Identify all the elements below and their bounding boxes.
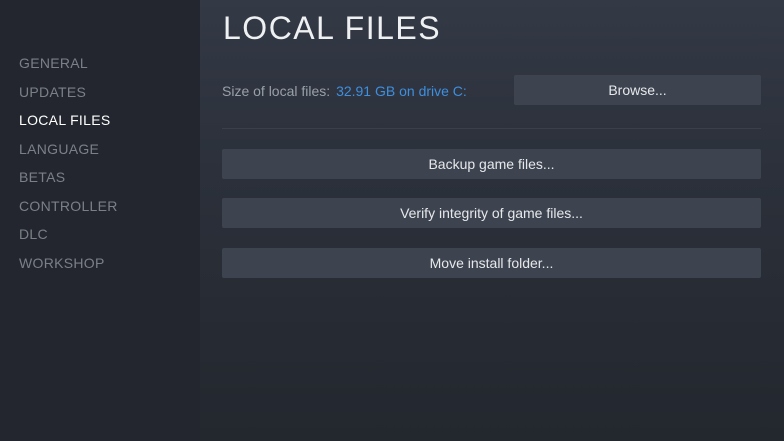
sidebar-item-betas[interactable]: BETAS xyxy=(19,169,65,185)
local-files-panel: LOCAL FILES Size of local files: 32.91 G… xyxy=(200,0,784,441)
section-divider xyxy=(222,128,761,129)
browse-button[interactable]: Browse... xyxy=(514,75,761,105)
settings-sidebar: GENERAL UPDATES LOCAL FILES LANGUAGE BET… xyxy=(0,0,200,441)
size-label: Size of local files: xyxy=(222,83,331,99)
verify-integrity-button[interactable]: Verify integrity of game files... xyxy=(222,198,761,228)
sidebar-item-workshop[interactable]: WORKSHOP xyxy=(19,255,105,271)
page-title: LOCAL FILES xyxy=(223,10,442,46)
backup-game-files-button[interactable]: Backup game files... xyxy=(222,149,761,179)
sidebar-item-general[interactable]: GENERAL xyxy=(19,55,88,71)
move-install-folder-button[interactable]: Move install folder... xyxy=(222,248,761,278)
sidebar-item-controller[interactable]: CONTROLLER xyxy=(19,198,118,214)
sidebar-item-updates[interactable]: UPDATES xyxy=(19,84,86,100)
sidebar-item-language[interactable]: LANGUAGE xyxy=(19,141,99,157)
sidebar-item-dlc[interactable]: DLC xyxy=(19,226,48,242)
size-value-link[interactable]: 32.91 GB on drive C: xyxy=(336,83,467,99)
local-files-size-row: Size of local files: 32.91 GB on drive C… xyxy=(222,83,467,99)
sidebar-item-local-files[interactable]: LOCAL FILES xyxy=(19,112,110,128)
